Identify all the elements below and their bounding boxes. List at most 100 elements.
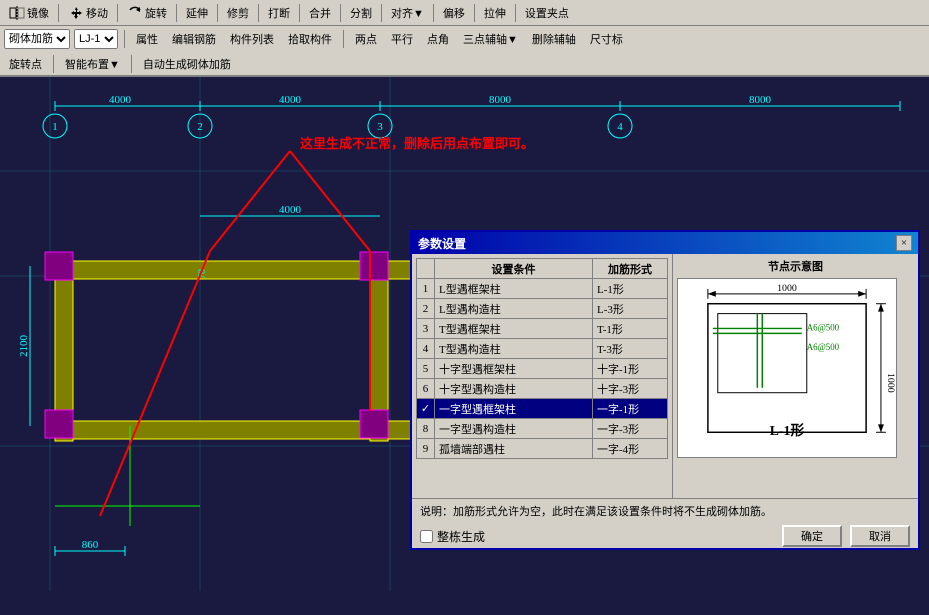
- row-form: T-3形: [593, 339, 668, 359]
- dialog-titlebar: 参数设置 ×: [412, 232, 918, 254]
- row-condition: 十字型遇构造柱: [435, 379, 593, 399]
- parallel-label: 平行: [391, 31, 413, 47]
- svg-text:4000: 4000: [279, 204, 302, 216]
- param-dialog: 参数设置 × 设置条件 加筋形式 1 L型遇框架柱 L-1形 2 L型遇构造柱: [410, 230, 920, 550]
- sep4: [217, 4, 218, 22]
- grip-label: 设置夹点: [525, 5, 569, 21]
- table-row[interactable]: ✓ 一字型遇框架柱 一字-1形: [417, 399, 668, 419]
- row-num: 4: [417, 339, 435, 359]
- property-label: 属性: [136, 31, 158, 47]
- sep14: [53, 55, 54, 73]
- smart-layout-btn[interactable]: 智能布置▼: [60, 54, 125, 74]
- row-condition: T型遇框架柱: [435, 319, 593, 339]
- point-angle-label: 点角: [427, 31, 449, 47]
- svg-text:1000: 1000: [885, 373, 896, 393]
- trim-btn[interactable]: 修剪: [222, 3, 254, 23]
- table-row[interactable]: 2 L型遇构造柱 L-3形: [417, 299, 668, 319]
- masonry-type-dropdown[interactable]: 砌体加筋: [4, 29, 70, 49]
- toolbar-row3: 旋转点 智能布置▼ 自动生成砌体加筋: [0, 52, 929, 76]
- sep11: [515, 4, 516, 22]
- table-row[interactable]: 9 孤墙端部遇柱 一字-4形: [417, 439, 668, 459]
- whole-building-label[interactable]: 整栋生成: [437, 528, 485, 545]
- mirror-btn[interactable]: 镜像: [4, 3, 54, 23]
- lj-dropdown[interactable]: LJ-1: [74, 29, 118, 49]
- row-form: L-1形: [593, 279, 668, 299]
- svg-text:4000: 4000: [109, 94, 132, 106]
- row-num: 6: [417, 379, 435, 399]
- delete-aux-label: 删除辅轴: [532, 31, 576, 47]
- component-list-btn[interactable]: 构件列表: [225, 29, 279, 49]
- break-btn[interactable]: 打断: [263, 3, 295, 23]
- two-point-btn[interactable]: 两点: [350, 29, 382, 49]
- table-body: 1 L型遇框架柱 L-1形 2 L型遇构造柱 L-3形 3 T型遇框架柱 T-1…: [417, 279, 668, 459]
- rotate-point-label: 旋转点: [9, 56, 42, 72]
- svg-text:1000: 1000: [777, 283, 797, 294]
- table-row[interactable]: 4 T型遇构造柱 T-3形: [417, 339, 668, 359]
- row-condition: L型遇构造柱: [435, 299, 593, 319]
- dialog-table-section: 设置条件 加筋形式 1 L型遇框架柱 L-1形 2 L型遇构造柱 L-3形 3 …: [412, 254, 672, 498]
- dialog-footer: 说明：加筋形式允许为空，此时在满足该设置条件时将不生成砌体加筋。 整栋生成 确定…: [412, 498, 918, 548]
- stretch-btn[interactable]: 拉伸: [479, 3, 511, 23]
- smart-layout-label: 智能布置▼: [65, 56, 120, 72]
- svg-text:860: 860: [82, 539, 99, 551]
- parallel-btn[interactable]: 平行: [386, 29, 418, 49]
- extend-btn[interactable]: 延伸: [181, 3, 213, 23]
- row-num: 3: [417, 319, 435, 339]
- move-icon: [68, 5, 84, 21]
- dialog-close-btn[interactable]: ×: [896, 235, 912, 251]
- dimension-btn[interactable]: 尺寸标: [585, 29, 628, 49]
- sep9: [433, 4, 434, 22]
- offset-btn[interactable]: 偏移: [438, 3, 470, 23]
- whole-building-checkbox[interactable]: [420, 530, 433, 543]
- delete-aux-btn[interactable]: 删除辅轴: [527, 29, 581, 49]
- move-btn[interactable]: 移动: [63, 3, 113, 23]
- ok-button[interactable]: 确定: [782, 525, 842, 547]
- row-num: 8: [417, 419, 435, 439]
- split-label: 分割: [350, 5, 372, 21]
- sep3: [176, 4, 177, 22]
- sep8: [381, 4, 382, 22]
- sep10: [474, 4, 475, 22]
- table-row[interactable]: 6 十字型遇构造柱 十字-3形: [417, 379, 668, 399]
- dialog-title: 参数设置: [418, 235, 466, 252]
- row-num: 9: [417, 439, 435, 459]
- grip-btn[interactable]: 设置夹点: [520, 3, 574, 23]
- table-row[interactable]: 5 十字型遇框架柱 十字-1形: [417, 359, 668, 379]
- svg-text:8000: 8000: [749, 94, 772, 106]
- offset-label: 偏移: [443, 5, 465, 21]
- rotate-btn[interactable]: 旋转: [122, 3, 172, 23]
- row-form: 一字-3形: [593, 419, 668, 439]
- svg-text:3: 3: [377, 121, 383, 133]
- table-row[interactable]: 8 一字型遇构造柱 一字-3形: [417, 419, 668, 439]
- point-angle-btn[interactable]: 点角: [422, 29, 454, 49]
- svg-text:2: 2: [197, 121, 203, 133]
- table-row[interactable]: 3 T型遇框架柱 T-1形: [417, 319, 668, 339]
- dialog-preview-section: 节点示意图 1000 1000: [672, 254, 918, 498]
- auto-generate-btn[interactable]: 自动生成砌体加筋: [138, 54, 236, 74]
- split-btn[interactable]: 分割: [345, 3, 377, 23]
- col-num-header: [417, 259, 435, 279]
- row-num: 2: [417, 299, 435, 319]
- sep2: [117, 4, 118, 22]
- svg-text:1: 1: [52, 121, 58, 133]
- dialog-buttons: 确定 取消: [782, 525, 910, 547]
- sep12: [124, 30, 125, 48]
- row-form: 一字-1形: [593, 399, 668, 419]
- three-point-btn[interactable]: 三点辅轴▼: [458, 29, 523, 49]
- cancel-button[interactable]: 取消: [850, 525, 910, 547]
- table-row[interactable]: 1 L型遇框架柱 L-1形: [417, 279, 668, 299]
- svg-text:8000: 8000: [489, 94, 512, 106]
- row-condition: 一字型遇框架柱: [435, 399, 593, 419]
- row-condition: 十字型遇框架柱: [435, 359, 593, 379]
- pick-component-btn[interactable]: 拾取构件: [283, 29, 337, 49]
- extend-label: 延伸: [186, 5, 208, 21]
- edit-rebar-btn[interactable]: 编辑钢筋: [167, 29, 221, 49]
- svg-text:A6@500: A6@500: [807, 322, 840, 332]
- settings-table: 设置条件 加筋形式 1 L型遇框架柱 L-1形 2 L型遇构造柱 L-3形 3 …: [416, 258, 668, 459]
- rotate-point-btn[interactable]: 旋转点: [4, 54, 47, 74]
- align-btn[interactable]: 对齐▼: [386, 3, 429, 23]
- row-form: 一字-4形: [593, 439, 668, 459]
- three-point-label: 三点辅轴▼: [463, 31, 518, 47]
- merge-btn[interactable]: 合并: [304, 3, 336, 23]
- property-btn[interactable]: 属性: [131, 29, 163, 49]
